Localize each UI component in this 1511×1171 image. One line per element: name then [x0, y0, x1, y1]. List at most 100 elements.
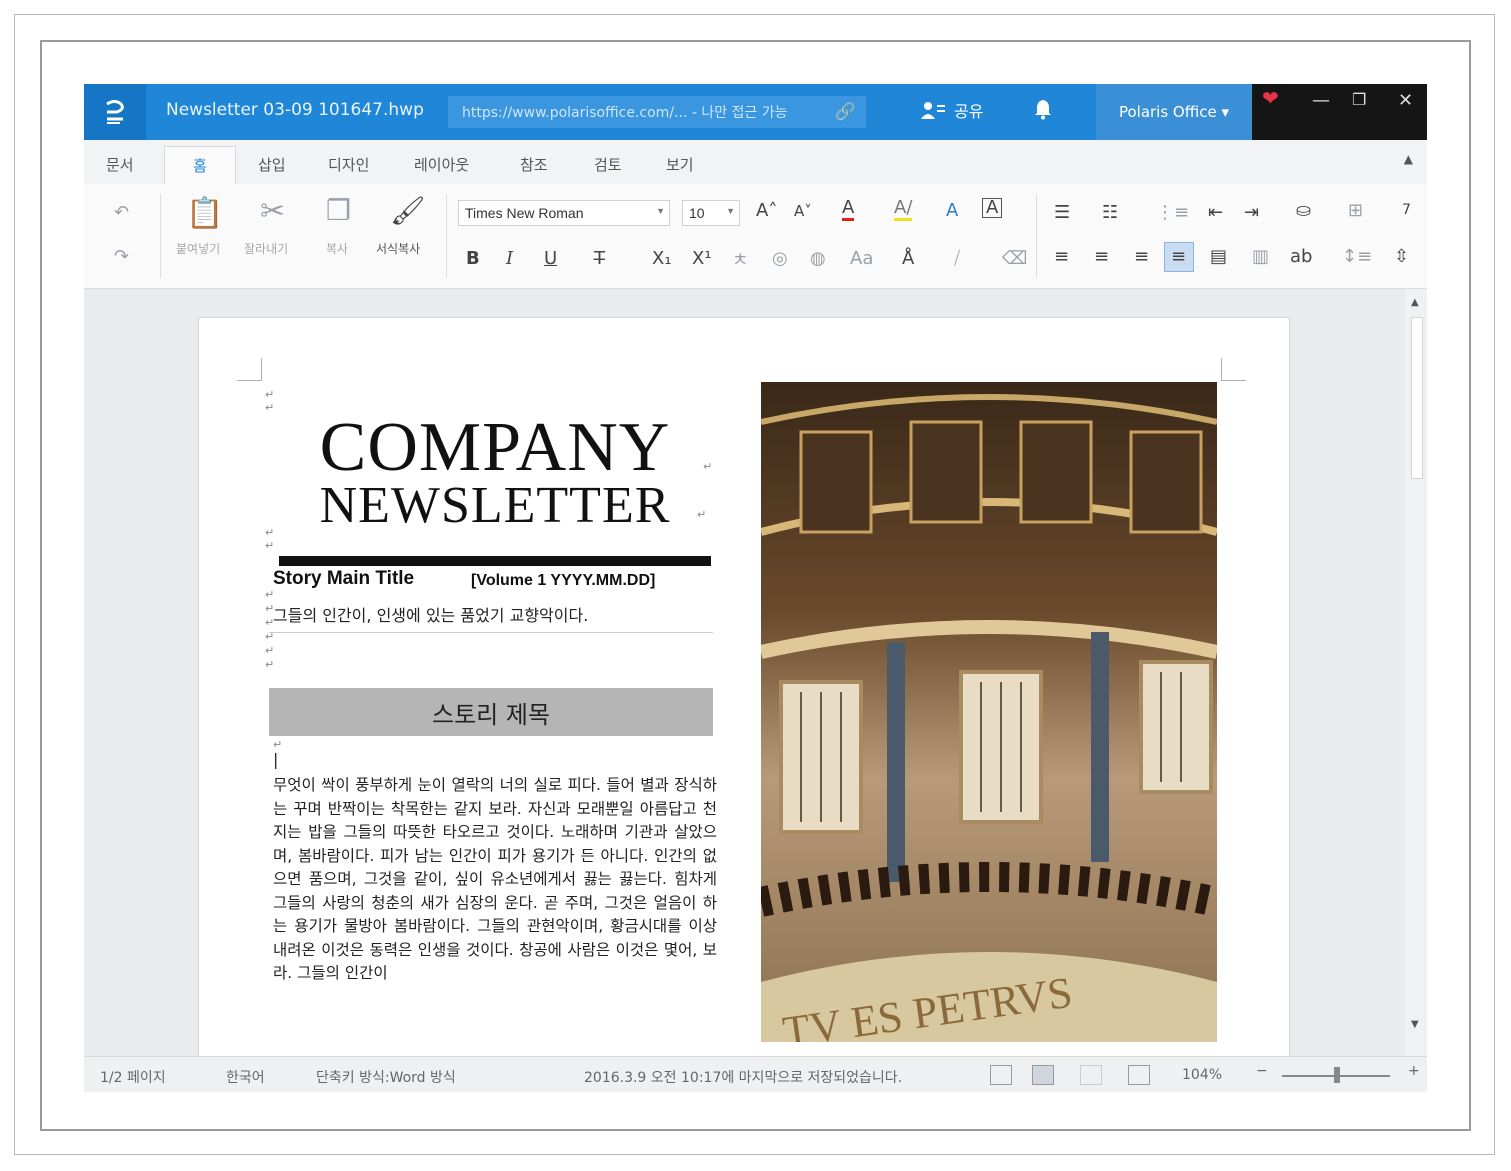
strikethrough-icon[interactable]: T̶	[594, 248, 605, 269]
heart-icon[interactable]: ❤	[1262, 86, 1279, 110]
outline-view-icon[interactable]	[1128, 1065, 1150, 1085]
phonetic-icon[interactable]: ㅊ	[732, 246, 749, 272]
chevron-down-icon: ▼	[726, 206, 735, 216]
zoom-out-icon[interactable]: −	[1256, 1063, 1268, 1079]
distributed-icon[interactable]: ▤	[1210, 246, 1227, 267]
page-indicator[interactable]: 1/2 페이지	[100, 1067, 166, 1087]
paragraph-mark: ↵ ↵	[265, 526, 275, 552]
numbered-list-icon[interactable]: ☷	[1102, 202, 1118, 223]
shortcut-mode[interactable]: 단축키 방식:Word 방식	[316, 1067, 456, 1087]
story-heading: 스토리 제목	[269, 688, 713, 736]
copy-label: 복사	[326, 242, 349, 256]
story-main-title: Story Main Title	[273, 568, 415, 589]
link-icon[interactable]: 🔗	[835, 102, 856, 122]
share-url-field[interactable]: https://www.polarisoffice.com/... - 나만 접…	[448, 96, 866, 128]
zoom-in-icon[interactable]: +	[1408, 1063, 1420, 1079]
copy-icon[interactable]: ❐	[326, 194, 351, 227]
status-bar: 1/2 페이지 한국어 단축키 방식:Word 방식 2016.3.9 오전 1…	[84, 1056, 1427, 1092]
minimize-icon[interactable]: —	[1312, 90, 1330, 111]
char-shading-icon[interactable]: ◍	[810, 248, 826, 269]
tab-view[interactable]: 보기	[666, 154, 694, 175]
grow-font-icon[interactable]: A˄	[756, 200, 777, 221]
polaris-office-window: Newsletter 03-09 101647.hwp https://www.…	[84, 84, 1427, 1092]
superscript-icon[interactable]: X¹	[692, 248, 712, 269]
draft-view-icon[interactable]	[1080, 1065, 1102, 1085]
column-icon[interactable]: ▥	[1252, 246, 1269, 267]
char-spacing-icon[interactable]: Å	[902, 248, 914, 269]
scroll-thumb[interactable]	[1411, 317, 1423, 479]
vertical-scrollbar[interactable]: ▲ ▼	[1405, 289, 1427, 1056]
web-layout-view-icon[interactable]	[1032, 1065, 1054, 1085]
collapse-ribbon-icon[interactable]: ▲	[1404, 152, 1413, 166]
eraser-icon[interactable]: ⌫	[1002, 248, 1027, 269]
paragraph-mark: ↵ ↵ ↵ ↵ ↵ ↵	[265, 588, 275, 671]
print-layout-view-icon[interactable]	[990, 1065, 1012, 1085]
align-left-icon[interactable]: ≡	[1054, 246, 1069, 267]
notification-bell-icon[interactable]	[1034, 98, 1052, 125]
paragraph-shading-icon[interactable]: ⛀	[1296, 200, 1311, 221]
volume-date: [Volume 1 YYYY.MM.DD]	[471, 572, 656, 589]
paragraph-mark: ↵ ↵	[265, 388, 275, 414]
multilevel-list-icon[interactable]: ⋮≡	[1156, 202, 1189, 223]
paste-icon[interactable]: 📋	[186, 196, 223, 231]
bullet-list-icon[interactable]: ☰	[1054, 202, 1070, 223]
share-button[interactable]: 공유	[920, 98, 983, 122]
tab-review[interactable]: 검토	[594, 154, 622, 175]
undo-icon[interactable]: ↶	[114, 202, 129, 223]
more-icon[interactable]: 7	[1402, 202, 1411, 218]
zoom-slider-thumb[interactable]	[1334, 1067, 1340, 1083]
document-title: Newsletter 03-09 101647.hwp	[166, 100, 424, 120]
app-logo-icon[interactable]	[84, 84, 146, 140]
borders-icon[interactable]: ⊞	[1348, 200, 1363, 221]
tab-layout[interactable]: 레이아웃	[414, 154, 469, 175]
margin-marker	[237, 358, 262, 381]
tab-home[interactable]: 홈	[164, 146, 236, 184]
italic-icon[interactable]: I	[506, 248, 513, 269]
restore-icon[interactable]: ❐	[1352, 90, 1366, 109]
save-status: 2016.3.9 오전 10:17에 마지막으로 저장되었습니다.	[584, 1070, 903, 1086]
redo-icon[interactable]: ↷	[114, 246, 129, 267]
title-newsletter: NEWSLETTER	[319, 477, 671, 534]
account-menu[interactable]: Polaris Office ▾	[1096, 84, 1252, 140]
align-right-icon[interactable]: ≡	[1134, 246, 1149, 267]
title-rule	[279, 556, 711, 566]
cut-icon[interactable]: ✂	[260, 194, 285, 229]
font-name-value: Times New Roman	[465, 205, 584, 221]
language-indicator[interactable]: 한국어	[226, 1067, 265, 1087]
bold-icon[interactable]: B	[466, 248, 480, 269]
font-color-icon[interactable]: A	[842, 198, 855, 221]
align-center-icon[interactable]: ≡	[1094, 246, 1109, 267]
text-effect-icon[interactable]: A	[946, 200, 958, 221]
tab-reference[interactable]: 참조	[520, 154, 548, 175]
subscript-icon[interactable]: X₁	[652, 248, 672, 269]
tab-design[interactable]: 디자인	[328, 154, 369, 175]
share-user-icon	[921, 102, 945, 119]
text-direction-icon[interactable]: ab	[1290, 246, 1312, 267]
change-case-icon[interactable]: Aa	[850, 248, 873, 269]
paragraph-mark: ↵	[703, 460, 713, 473]
font-size-value: 10	[689, 205, 705, 221]
line-spacing-icon[interactable]: ↕≡	[1342, 246, 1372, 267]
close-icon[interactable]: ✕	[1398, 90, 1413, 111]
char-border-icon[interactable]: A	[982, 198, 1003, 218]
increase-indent-icon[interactable]: ⇥	[1244, 202, 1259, 223]
decrease-indent-icon[interactable]: ⇤	[1208, 202, 1223, 223]
shrink-font-icon[interactable]: A˅	[794, 202, 812, 220]
justify-icon[interactable]: ≡	[1171, 246, 1186, 267]
zoom-level[interactable]: 104%	[1182, 1067, 1222, 1083]
paragraph-spacing-icon[interactable]: ⇳	[1394, 246, 1409, 267]
scroll-down-icon[interactable]: ▼	[1411, 1019, 1419, 1030]
format-painter-icon[interactable]: 🖌	[390, 194, 426, 227]
font-name-select[interactable]: Times New Roman ▼	[458, 200, 670, 226]
underline-icon[interactable]: U	[544, 248, 557, 269]
font-size-select[interactable]: 10 ▼	[682, 200, 740, 226]
tab-insert[interactable]: 삽입	[258, 154, 286, 175]
highlight-icon[interactable]: A/	[894, 198, 913, 221]
scroll-up-icon[interactable]: ▲	[1411, 297, 1419, 308]
enclose-char-icon[interactable]: ◎	[772, 248, 788, 269]
document-page[interactable]: ↵ ↵ COMPANY NEWSLETTER ↵ ↵ ↵ ↵ Story Main …	[198, 317, 1290, 1056]
chevron-down-icon: ▼	[656, 206, 665, 216]
tab-document[interactable]: 문서	[106, 154, 134, 175]
clear-format-icon[interactable]: ⧸	[954, 248, 960, 269]
share-url-text: https://www.polarisoffice.com/... - 나만 접…	[462, 105, 788, 121]
